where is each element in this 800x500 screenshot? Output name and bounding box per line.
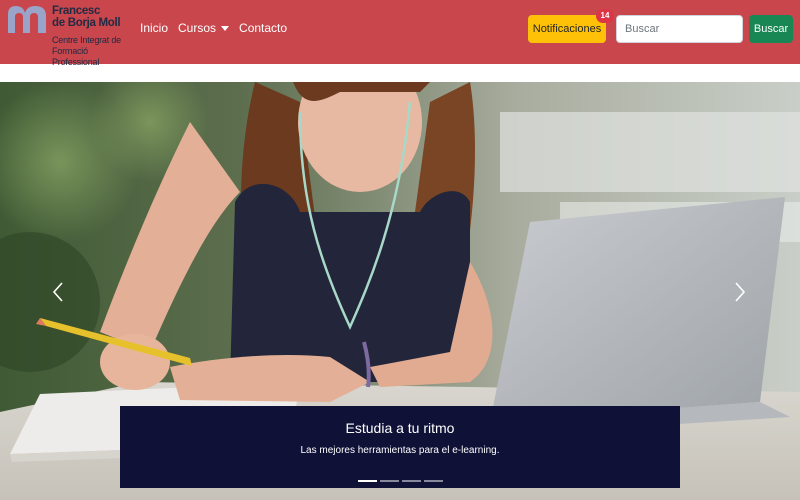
carousel-next-button[interactable] [722, 262, 758, 322]
nav-links: Inicio Cursos Contacto [140, 21, 287, 35]
caret-down-icon [221, 25, 230, 31]
carousel-caption-text: Las mejores herramientas para el e-learn… [300, 445, 500, 456]
brand-logo-mark-icon [8, 6, 46, 33]
brand-logo[interactable]: Francesc de Borja Moll Centre Integrat d… [6, 2, 136, 67]
brand-subtitle-line1: Centre Integrat de [52, 35, 121, 45]
search-button[interactable]: Buscar [749, 15, 793, 43]
hero-carousel: Estudia a tu ritmo Las mejores herramien… [0, 82, 800, 500]
carousel-indicator-2[interactable] [379, 480, 399, 482]
nav-link-contacto[interactable]: Contacto [239, 21, 287, 35]
carousel-indicator-3[interactable] [401, 480, 421, 482]
brand-name-line2: de Borja Moll [52, 17, 121, 29]
navbar: Francesc de Borja Moll Centre Integrat d… [0, 0, 800, 67]
brand-name-line1: Francesc [52, 5, 101, 17]
brand-name: Francesc de Borja Moll [52, 5, 121, 29]
carousel-prev-button[interactable] [40, 262, 76, 322]
nav-link-inicio[interactable]: Inicio [140, 21, 168, 35]
search-input[interactable] [616, 15, 743, 43]
nav-dropdown-cursos[interactable]: Cursos [178, 21, 230, 35]
nav-dropdown-cursos-label: Cursos [178, 21, 217, 35]
carousel-indicators [0, 480, 800, 482]
carousel-indicator-1[interactable] [357, 480, 377, 482]
notifications-button[interactable]: Notificaciones [528, 15, 606, 43]
chevron-left-icon [52, 282, 63, 302]
chevron-right-icon [735, 282, 746, 302]
brand-subtitle: Centre Integrat de Formació Professional [52, 35, 136, 68]
carousel-caption-title: Estudia a tu ritmo [345, 420, 455, 436]
notifications-count-badge: 14 [596, 9, 614, 23]
carousel-caption: Estudia a tu ritmo Las mejores herramien… [120, 406, 680, 488]
brand-subtitle-line2: Formació Professional [52, 46, 100, 67]
carousel-indicator-4[interactable] [423, 480, 443, 482]
